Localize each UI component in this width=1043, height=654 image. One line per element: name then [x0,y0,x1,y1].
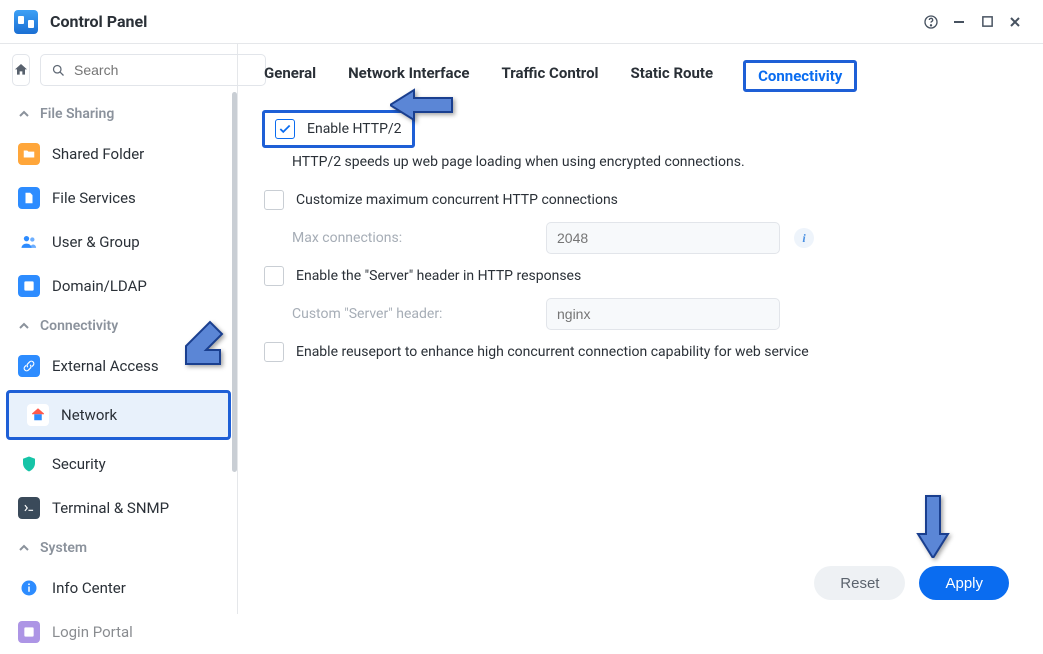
sidebar-item-network[interactable]: Network [6,390,231,440]
sidebar-item-label: Shared Folder [52,145,144,163]
sidebar-item-info-center[interactable]: Info Center [0,566,237,610]
sidebar-item-label: Terminal & SNMP [52,499,169,517]
help-button[interactable] [917,8,945,36]
sidebar-item-label: External Access [52,357,159,375]
section-file-sharing[interactable]: File Sharing [0,96,237,132]
max-connections-label: Max connections: [292,230,532,246]
tab-general[interactable]: General [262,60,318,92]
maximize-button[interactable] [973,8,1001,36]
http2-help-text: HTTP/2 speeds up web page loading when u… [262,148,1019,184]
max-connections-input [546,222,780,254]
tab-traffic-control[interactable]: Traffic Control [499,60,600,92]
checkbox-enable-http2[interactable] [275,119,295,139]
checkbox-enable-server-header[interactable] [264,266,284,286]
home-icon [13,62,29,78]
section-system[interactable]: System [0,530,237,566]
network-icon [27,404,49,426]
custom-server-header-label: Custom "Server" header: [292,306,532,322]
minimize-button[interactable] [945,8,973,36]
sidebar-item-user-group[interactable]: User & Group [0,220,237,264]
checkbox-enable-reuseport[interactable] [264,342,284,362]
terminal-icon [18,497,40,519]
sidebar-item-label: User & Group [52,233,140,251]
chevron-up-icon [18,108,30,120]
chevron-up-icon [18,542,30,554]
tab-network-interface[interactable]: Network Interface [346,60,471,92]
file-icon [18,187,40,209]
checkbox-label: Enable the "Server" header in HTTP respo… [296,268,581,284]
sidebar-item-label: Network [61,406,117,424]
sidebar-item-domain-ldap[interactable]: Domain/LDAP [0,264,237,308]
section-connectivity[interactable]: Connectivity [0,308,237,344]
close-button[interactable] [1001,8,1029,36]
sidebar-item-label: Security [52,455,106,473]
reset-button[interactable]: Reset [814,566,905,600]
annotation-arrow [912,494,954,562]
search-input[interactable] [74,62,255,78]
checkbox-label: Enable HTTP/2 [307,121,402,137]
tab-static-route[interactable]: Static Route [629,60,716,92]
section-label: System [40,540,87,556]
sidebar-item-login-portal[interactable]: Login Portal [0,610,237,654]
checkbox-customize-max-connections[interactable] [264,190,284,210]
info-icon [18,577,40,599]
checkbox-label: Customize maximum concurrent HTTP connec… [296,192,618,208]
sidebar-item-label: Domain/LDAP [52,277,147,295]
apply-button[interactable]: Apply [919,566,1009,600]
domain-icon [18,275,40,297]
home-button[interactable] [12,54,30,86]
sidebar-item-shared-folder[interactable]: Shared Folder [0,132,237,176]
custom-server-header-input [546,298,780,330]
app-icon [14,10,38,34]
folder-icon [18,143,40,165]
section-label: Connectivity [40,318,118,334]
login-icon [18,621,40,643]
users-icon [18,231,40,253]
shield-icon [18,453,40,475]
tab-connectivity[interactable]: Connectivity [743,60,857,92]
sidebar-item-terminal-snmp[interactable]: Terminal & SNMP [0,486,237,530]
sidebar-item-label: Info Center [52,579,126,597]
section-label: File Sharing [40,106,114,122]
search-icon [51,63,66,78]
chevron-up-icon [18,320,30,332]
sidebar-item-label: Login Portal [52,623,133,641]
sidebar-item-label: File Services [52,189,136,207]
sidebar-item-external-access[interactable]: External Access [0,344,237,388]
scrollbar-thumb[interactable] [232,92,237,472]
window-title: Control Panel [50,12,147,31]
link-icon [18,355,40,377]
info-tooltip-button[interactable]: i [794,228,814,248]
sidebar-item-security[interactable]: Security [0,442,237,486]
checkbox-label: Enable reuseport to enhance high concurr… [296,344,809,360]
sidebar-item-file-services[interactable]: File Services [0,176,237,220]
